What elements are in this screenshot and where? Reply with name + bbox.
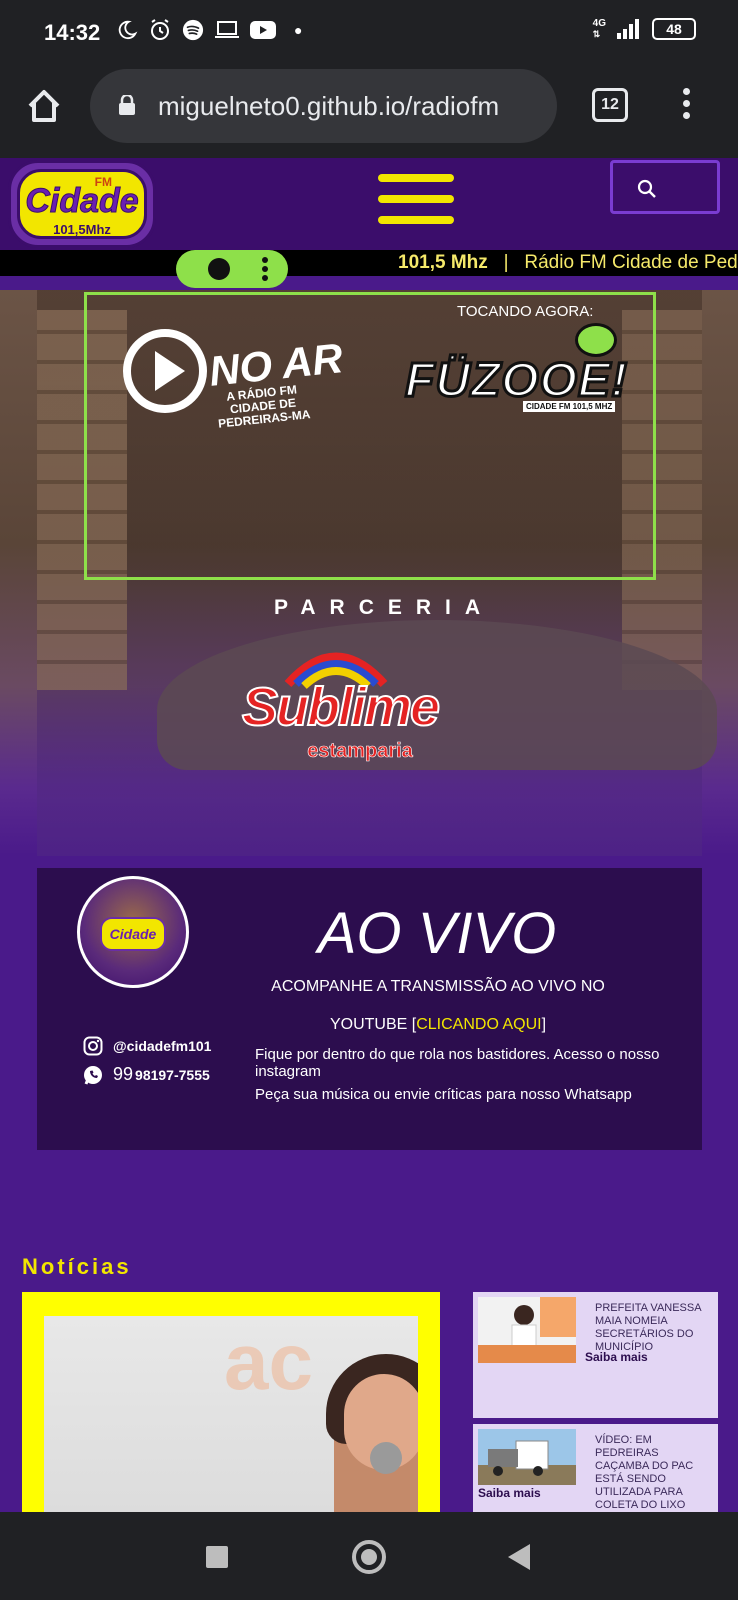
site-header: FM Cidade 101,5Mhz [0, 158, 738, 250]
recents-icon[interactable] [206, 1546, 228, 1568]
alarm-icon [151, 19, 169, 40]
url-text: miguelneto0.github.io/radiofm [158, 91, 500, 121]
live-line-1: ACOMPANHE A TRANSMISSÃO AO VIVO NO [271, 978, 605, 995]
news-item[interactable]: VÍDEO: EM PEDREIRAS CAÇAMBA DO PAC ESTÁ … [473, 1424, 718, 1512]
logo-frequency: 101,5Mhz [53, 222, 111, 237]
search-icon [637, 179, 656, 198]
browser-menu-icon[interactable] [676, 88, 696, 124]
address-bar[interactable]: miguelneto0.github.io/radiofm [90, 69, 557, 143]
instagram-handle: @cidadefm101 [113, 1038, 212, 1054]
whatsapp-row[interactable]: 99 98197-7555 [83, 1064, 210, 1085]
avatar: Cidade [77, 876, 189, 988]
live-line-prefix: YOUTUBE [ [329, 1016, 417, 1033]
dot-icon: ● [294, 22, 303, 38]
hamburger-menu-icon[interactable] [378, 174, 454, 230]
news-ticker: 101,5 Mhz | Rádio FM Cidade de Pedreiras [0, 250, 738, 276]
program-name: FÜZOOE! [404, 353, 629, 409]
moon-icon [118, 20, 138, 40]
live-title: AO VIVO [317, 901, 557, 966]
news-thumbnail [478, 1429, 576, 1485]
signal-icon [617, 19, 639, 39]
image-background-lettering: ac [224, 1317, 313, 1406]
radio-player: NO AR A RÁDIO FM CIDADE DE PEDREIRAS-MA … [84, 292, 656, 580]
battery-icon: 48 [652, 18, 696, 40]
audio-toggle[interactable] [176, 250, 288, 288]
spotify-icon [182, 19, 204, 41]
play-icon[interactable] [123, 329, 207, 413]
partner-name: Sublime [241, 676, 441, 738]
youtube-icon [250, 21, 276, 39]
news-thumbnail [478, 1297, 576, 1363]
network-label: 4G ⇅ [592, 17, 606, 39]
status-time: 14:32 [44, 20, 101, 45]
system-navigation-bar [0, 1512, 738, 1600]
avatar-logo: Cidade [100, 917, 166, 951]
ticker-frequency: 101,5 Mhz [398, 252, 488, 273]
now-playing-label: TOCANDO AGORA: [457, 303, 594, 320]
program-subtitle: CIDADE FM 101,5 MHZ [523, 401, 616, 412]
partner-logo[interactable]: Sublime estamparia [228, 640, 452, 770]
instagram-description: Fique por dentro do que rola nos bastido… [255, 1046, 660, 1080]
news-headline: VÍDEO: EM PEDREIRAS CAÇAMBA DO PAC ESTÁ … [595, 1434, 694, 1511]
instagram-icon [83, 1036, 103, 1056]
home-nav-icon[interactable] [352, 1540, 386, 1574]
search-button[interactable] [610, 160, 720, 214]
live-line-suffix: ] [541, 1016, 547, 1033]
featured-news-image: ac [44, 1316, 418, 1516]
whatsapp-number: 98197-7555 [135, 1066, 210, 1083]
status-right: 4G ⇅ 48 [593, 18, 696, 40]
home-icon[interactable] [24, 86, 64, 126]
microphone-icon [370, 1442, 402, 1474]
more-options-icon[interactable] [262, 257, 268, 284]
live-line-2: YOUTUBE [CLICANDO AQUI] [233, 1016, 643, 1034]
program-logo-arrow-icon [575, 323, 617, 357]
live-card: Cidade AO VIVO ACOMPANHE A TRANSMISSÃO A… [37, 868, 702, 1150]
ticker-text: 101,5 Mhz | Rádio FM Cidade de Pedreiras [398, 252, 738, 274]
hero-section: NO AR A RÁDIO FM CIDADE DE PEDREIRAS-MA … [0, 290, 738, 856]
read-more-link[interactable]: Saiba mais [585, 1350, 648, 1364]
partner-label: PARCERIA [273, 596, 495, 619]
partner-subtitle: estamparia [307, 740, 413, 763]
ticker-message: Rádio FM Cidade de Pedreiras [524, 252, 738, 273]
logo-badge: FM Cidade 101,5Mhz [17, 169, 147, 239]
news-thumbnail-image [478, 1297, 576, 1363]
status-bar: 14:32 ● 4G ⇅ 48 [0, 0, 738, 64]
read-more-link[interactable]: Saiba mais [478, 1486, 541, 1500]
instagram-row[interactable]: @cidadefm101 [83, 1036, 211, 1056]
ticker-separator: | [503, 252, 509, 273]
logo-name: Cidade [25, 182, 139, 221]
news-item[interactable]: PREFEITA VANESSA MAIA NOMEIA SECRETÁRIOS… [473, 1292, 718, 1418]
whatsapp-description: Peça sua música ou envie críticas para n… [255, 1086, 632, 1103]
tab-switcher-button[interactable]: 12 [592, 88, 628, 122]
back-icon[interactable] [508, 1544, 530, 1570]
toggle-knob [208, 258, 230, 280]
news-thumbnail-image [478, 1429, 576, 1485]
live-description: Fique por dentro do que rola nos bastido… [255, 1046, 675, 1109]
site-logo[interactable]: FM Cidade 101,5Mhz [8, 160, 156, 248]
whatsapp-prefix: 99 [113, 1064, 134, 1084]
lock-icon [119, 95, 135, 115]
news-section-title: Notícias [22, 1254, 132, 1279]
browser-toolbar: miguelneto0.github.io/radiofm 12 [0, 64, 738, 158]
news-headline: PREFEITA VANESSA MAIA NOMEIA SECRETÁRIOS… [595, 1302, 701, 1353]
status-icons: ● [116, 18, 302, 42]
whatsapp-icon [84, 1065, 102, 1085]
featured-news-card[interactable]: ac [22, 1292, 440, 1516]
youtube-link[interactable]: CLICANDO AQUI [416, 1016, 541, 1033]
laptop-icon [215, 21, 239, 38]
